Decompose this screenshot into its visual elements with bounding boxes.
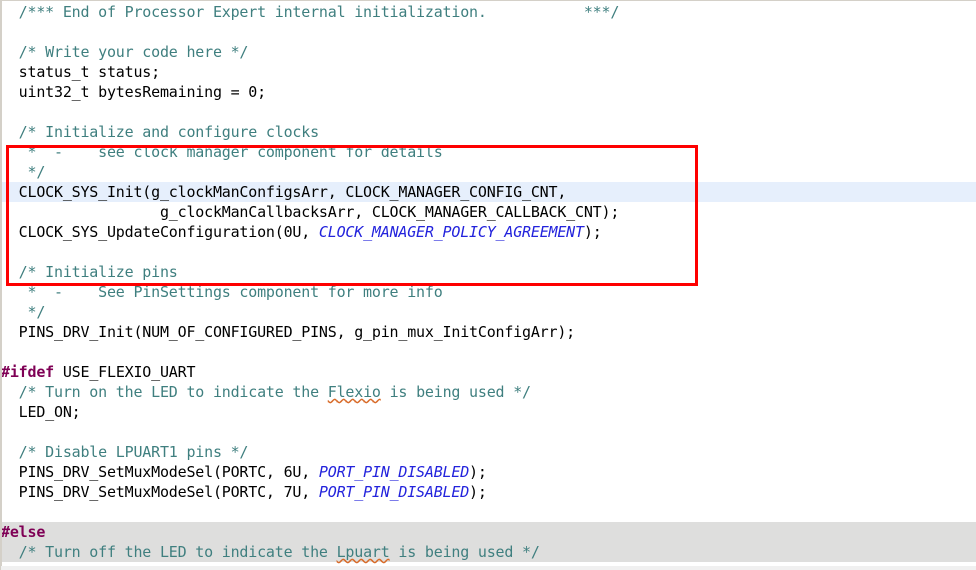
editor-bottom-edge (1, 566, 976, 570)
code-token-pp: #ifdef (1, 363, 54, 381)
code-token-comment: * - See PinSettings component for more i… (1, 283, 443, 301)
code-line[interactable]: status_t status; (1, 62, 161, 82)
code-token-plain: PINS_DRV_Init(NUM_OF_CONFIGURED_PINS, g_… (1, 323, 576, 341)
code-token-comment: /*** End of Processor Expert internal in… (1, 3, 487, 21)
code-token-plain: USE_FLEXIO_UART (54, 363, 196, 381)
editor-left-gutter-rule (1, 1, 2, 570)
code-token-plain: ); (583, 223, 602, 241)
code-token-comment: is being used */ (380, 383, 531, 401)
code-line[interactable]: #ifdef USE_FLEXIO_UART (1, 362, 195, 382)
code-token-plain: ); (469, 463, 487, 481)
code-token-comment: /* Initialize pins (1, 263, 178, 281)
code-line[interactable]: PINS_DRV_SetMuxModeSel(PORTC, 7U, PORT_P… (1, 482, 487, 502)
code-line[interactable]: LED_ON; (1, 402, 81, 422)
code-line[interactable]: /* Write your code here */ (1, 42, 249, 62)
code-token-plain: PINS_DRV_SetMuxModeSel(PORTC, 7U, (1, 483, 319, 501)
code-token-comment-misspelled: Lpuart (336, 543, 390, 561)
code-token-plain: PINS_DRV_SetMuxModeSel(PORTC, 6U, (1, 463, 319, 481)
code-line[interactable]: #else (1, 522, 45, 542)
code-token-comment: is being used */ (389, 543, 540, 561)
code-token-comment: /* Initialize and configure clocks (1, 123, 319, 141)
inactive-preprocessor-block-highlight (1, 522, 976, 542)
code-token-enum: PORT_PIN_DISABLED (318, 483, 470, 501)
code-token-comment: / (610, 3, 620, 21)
code-token-plain: CLOCK_SYS_Init(g_clockManConfigsArr, CLO… (1, 183, 567, 201)
code-line[interactable]: */ (1, 162, 45, 182)
code-token-comment-misspelled: Flexio (327, 383, 381, 401)
code-token-pp: #else (1, 523, 46, 541)
code-line[interactable]: /* Initialize pins (1, 262, 178, 282)
code-token-comment: /* Turn off the LED to indicate the (1, 543, 337, 561)
code-editor-pane[interactable]: /*** End of Processor Expert internal in… (0, 0, 976, 570)
code-token-comment: * - see clock manager component for deta… (1, 143, 443, 161)
code-token-comment: */ (1, 163, 46, 181)
code-token-plain: CLOCK_SYS_UpdateConfiguration(0U, (1, 223, 319, 241)
code-line[interactable]: g_clockManCallbacksArr, CLOCK_MANAGER_CA… (1, 202, 619, 222)
code-line[interactable]: * - see clock manager component for deta… (1, 142, 443, 162)
code-line[interactable]: /*** End of Processor Expert internal in… (1, 2, 620, 22)
code-token-comment: /* Disable LPUART1 pins */ (1, 443, 249, 461)
code-line[interactable]: /* Disable LPUART1 pins */ (1, 442, 249, 462)
code-line[interactable]: PINS_DRV_SetMuxModeSel(PORTC, 6U, PORT_P… (1, 462, 487, 482)
code-token-plain: g_clockManCallbacksArr, CLOCK_MANAGER_CA… (1, 203, 620, 221)
code-line[interactable]: CLOCK_SYS_Init(g_clockManConfigsArr, CLO… (1, 182, 567, 202)
code-token-comment: */ (1, 303, 46, 321)
code-token-enum: PORT_PIN_DISABLED (318, 463, 470, 481)
code-token-comment: *** (486, 3, 611, 21)
code-token-plain: LED_ON; (1, 403, 81, 421)
code-token-plain: status_t status; (1, 63, 161, 81)
code-line[interactable]: * - See PinSettings component for more i… (1, 282, 443, 302)
code-token-comment: /* Write your code here */ (1, 43, 249, 61)
code-line[interactable]: /* Turn on the LED to indicate the Flexi… (1, 382, 531, 402)
code-line[interactable]: CLOCK_SYS_UpdateConfiguration(0U, CLOCK_… (1, 222, 602, 242)
code-line[interactable]: /* Turn off the LED to indicate the Lpua… (1, 542, 540, 562)
code-token-plain: ); (469, 483, 487, 501)
code-line[interactable]: uint32_t bytesRemaining = 0; (1, 82, 266, 102)
code-line[interactable]: PINS_DRV_Init(NUM_OF_CONFIGURED_PINS, g_… (1, 322, 576, 342)
code-token-plain: uint32_t bytesRemaining = 0; (1, 83, 266, 101)
code-token-comment: /* Turn on the LED to indicate the (1, 383, 328, 401)
code-token-enum: CLOCK_MANAGER_POLICY_AGREEMENT (318, 223, 584, 241)
code-line[interactable]: */ (1, 302, 45, 322)
code-line[interactable]: /* Initialize and configure clocks (1, 122, 319, 142)
